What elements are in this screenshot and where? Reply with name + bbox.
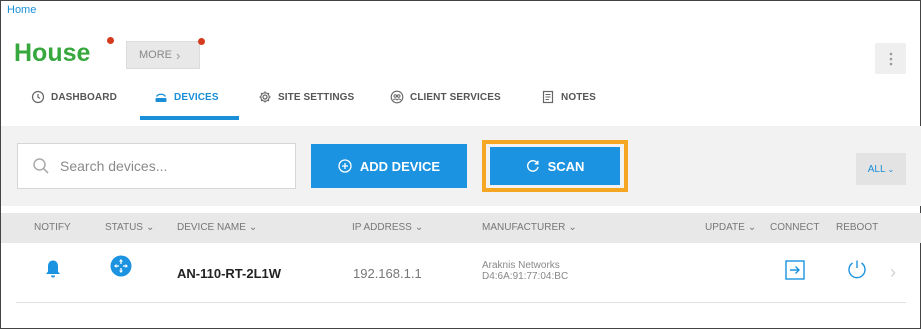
filter-dropdown[interactable]: ALL ⌄	[856, 153, 906, 185]
column-header-notify: NOTIFY	[34, 222, 71, 233]
search-box[interactable]	[17, 143, 296, 189]
column-header-device-name[interactable]: DEVICE NAME ⌄	[177, 222, 257, 233]
router-status-icon	[110, 255, 132, 282]
device-name[interactable]: AN-110-RT-2L1W	[177, 266, 281, 281]
column-label: MANUFACTURER	[482, 222, 566, 233]
reboot-icon[interactable]	[846, 258, 868, 285]
device-toolbar: ADD DEVICE SCAN ALL ⌄	[1, 126, 921, 206]
site-title: House	[14, 39, 91, 67]
tab-label: DASHBOARD	[51, 92, 117, 103]
kebab-menu-button[interactable]	[875, 43, 906, 74]
column-label: DEVICE NAME	[177, 222, 246, 233]
column-label: UPDATE	[705, 222, 745, 233]
manufacturer-name: Araknis Networks	[482, 260, 560, 271]
table-header: NOTIFY STATUS ⌄ DEVICE NAME ⌄ IP ADDRESS…	[1, 213, 921, 243]
scan-button[interactable]: SCAN	[490, 147, 620, 185]
column-label: IP ADDRESS	[352, 222, 412, 233]
column-header-connect: CONNECT	[770, 222, 819, 233]
chevron-down-icon: ⌄	[887, 164, 895, 174]
tab-client-services[interactable]: CLIENT SERVICES	[390, 89, 501, 119]
add-device-button[interactable]: ADD DEVICE	[311, 144, 467, 188]
table-row[interactable]: AN-110-RT-2L1W 192.168.1.1 Araknis Netwo…	[16, 245, 906, 303]
manufacturer-cell: Araknis Networks D4:6A:91:77:04:BC	[482, 260, 568, 282]
tab-label: DEVICES	[174, 92, 219, 103]
mac-address: D4:6A:91:77:04:BC	[482, 271, 569, 282]
column-header-reboot: REBOOT	[836, 222, 878, 233]
column-label: REBOOT	[836, 222, 879, 233]
chevron-down-icon: ⌄	[568, 222, 577, 233]
chevron-down-icon: ⌄	[145, 222, 155, 233]
plus-circle-icon	[338, 159, 352, 173]
tab-label: SITE SETTINGS	[278, 92, 355, 103]
notification-dot	[198, 38, 205, 45]
more-button[interactable]: MORE ›	[126, 41, 200, 69]
tab-label: NOTES	[561, 92, 596, 103]
tab-label: CLIENT SERVICES	[410, 92, 501, 103]
chevron-down-icon: ⌄	[414, 222, 424, 233]
gear-icon	[259, 91, 271, 103]
notify-bell-icon[interactable]	[45, 259, 61, 284]
tab-dashboard[interactable]: DASHBOARD	[31, 89, 117, 119]
more-button-label: MORE	[139, 49, 172, 61]
notification-dot	[107, 37, 114, 44]
column-label: STATUS	[105, 222, 143, 233]
app-frame: Home House MORE › DASHBOARD DEVICES SITE…	[0, 0, 921, 329]
router-icon	[155, 93, 167, 102]
add-device-label: ADD DEVICE	[359, 158, 441, 174]
column-label: CONNECT	[770, 222, 820, 233]
chevron-right-icon: ›	[176, 47, 181, 63]
column-header-manufacturer[interactable]: MANUFACTURER ⌄	[482, 222, 577, 233]
kebab-icon	[889, 52, 892, 65]
tab-bar: DASHBOARD DEVICES SITE SETTINGS CLIENT S…	[1, 89, 921, 119]
chevron-down-icon: ⌄	[747, 222, 757, 233]
users-icon	[390, 90, 404, 104]
tab-site-settings[interactable]: SITE SETTINGS	[258, 89, 354, 119]
notes-icon	[542, 90, 554, 104]
search-input[interactable]	[60, 158, 280, 174]
column-label: NOTIFY	[34, 222, 71, 233]
chevron-right-icon[interactable]: ›	[890, 262, 896, 283]
scan-label: SCAN	[547, 158, 585, 174]
column-header-update[interactable]: UPDATE ⌄	[705, 222, 756, 233]
filter-label: ALL	[867, 163, 886, 175]
refresh-icon	[526, 160, 539, 172]
tab-devices[interactable]: DEVICES	[154, 89, 219, 119]
column-header-status[interactable]: STATUS ⌄	[105, 222, 154, 233]
active-tab-indicator	[140, 116, 239, 120]
column-header-ip-address[interactable]: IP ADDRESS ⌄	[352, 222, 423, 233]
connect-icon[interactable]	[784, 259, 806, 286]
chevron-down-icon: ⌄	[248, 222, 258, 233]
clock-icon	[31, 90, 45, 104]
ip-address: 192.168.1.1	[353, 266, 422, 281]
search-icon	[33, 158, 49, 174]
breadcrumb-home[interactable]: Home	[7, 4, 36, 16]
tab-notes[interactable]: NOTES	[541, 89, 596, 119]
